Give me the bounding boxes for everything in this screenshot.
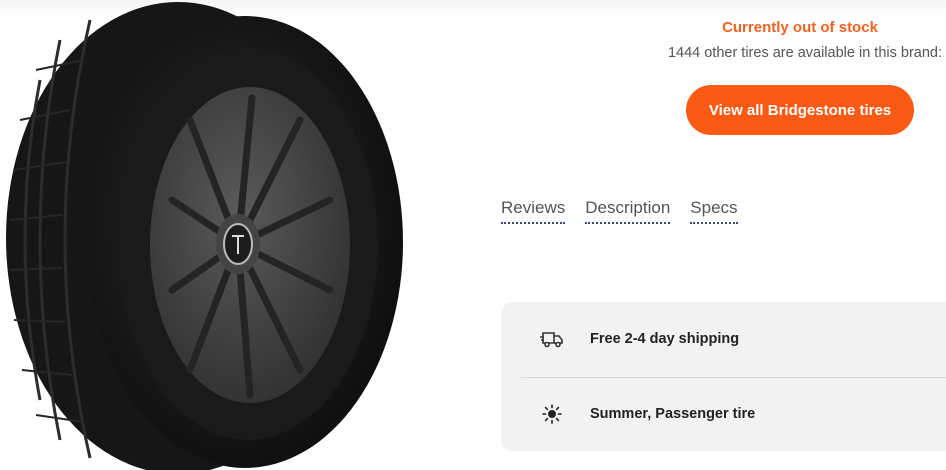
product-tabs: Reviews Description Specs <box>501 198 738 224</box>
truck-icon <box>539 326 565 352</box>
feature-label: Summer, Passenger tire <box>590 406 756 422</box>
tire-product-image <box>0 0 420 470</box>
view-all-brand-button[interactable]: View all Bridgestone tires <box>686 85 914 135</box>
tab-reviews[interactable]: Reviews <box>501 198 566 224</box>
feature-row-season: Summer, Passenger tire <box>501 377 946 451</box>
features-card: Free 2-4 day shipping Summer, Passenger … <box>501 302 946 451</box>
tab-description[interactable]: Description <box>585 198 671 224</box>
tab-specs[interactable]: Specs <box>690 198 738 224</box>
stock-status: Currently out of stock <box>722 19 878 36</box>
feature-row-shipping: Free 2-4 day shipping <box>501 302 946 376</box>
sun-icon <box>539 401 565 427</box>
tire-illustration <box>6 2 403 470</box>
availability-text: 1444 other tires are available in this b… <box>667 45 942 61</box>
feature-label: Free 2-4 day shipping <box>590 331 740 347</box>
